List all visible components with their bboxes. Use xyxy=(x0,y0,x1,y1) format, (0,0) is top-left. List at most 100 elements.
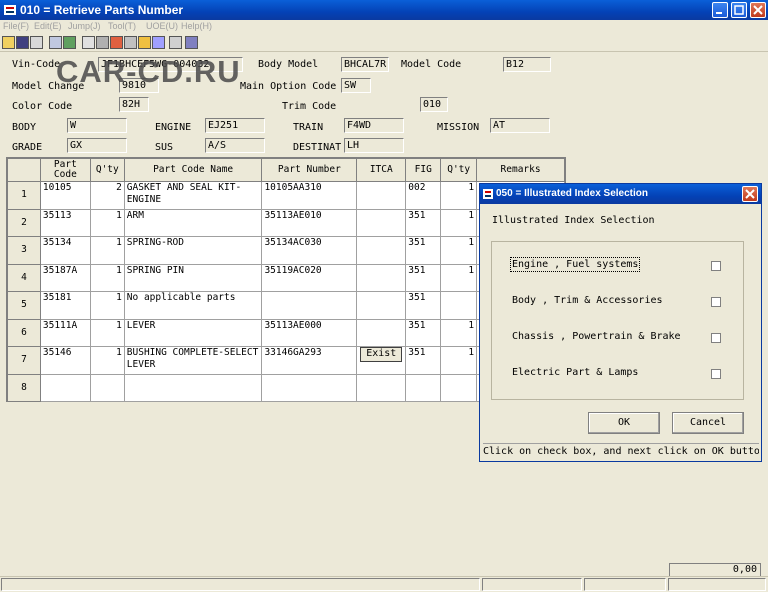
itca-cell[interactable] xyxy=(356,373,407,402)
part-code-name-cell[interactable] xyxy=(123,373,263,402)
cancel-button[interactable]: Cancel xyxy=(672,412,744,434)
col-itca[interactable]: ITCA xyxy=(356,158,407,182)
col-qty-2[interactable]: Q'ty xyxy=(440,158,478,182)
qty-2-cell[interactable]: 1 xyxy=(440,346,478,375)
fig-cell[interactable]: 351 xyxy=(405,263,442,292)
qty-2-cell[interactable] xyxy=(440,373,478,402)
qty-2-cell[interactable]: 1 xyxy=(440,263,478,292)
body-model-field[interactable]: BHCAL7R xyxy=(341,57,389,72)
itca-exist-button[interactable]: Exist xyxy=(360,347,403,362)
part-number-cell[interactable] xyxy=(261,373,358,402)
print-icon[interactable] xyxy=(30,36,43,49)
itca-cell[interactable] xyxy=(356,236,407,265)
col-part-code-name[interactable]: Part Code Name xyxy=(123,158,263,182)
copy-icon[interactable] xyxy=(169,36,182,49)
itca-cell[interactable]: Exist xyxy=(356,346,407,375)
open-folder-icon[interactable] xyxy=(2,36,15,49)
destinat-field[interactable]: LH xyxy=(344,138,404,153)
itca-cell[interactable] xyxy=(356,263,407,292)
itca-cell[interactable] xyxy=(356,208,407,237)
part-number-cell[interactable]: 10105AA310 xyxy=(261,181,358,210)
menu-file[interactable]: File(F) xyxy=(3,21,29,31)
qty-cell[interactable]: 1 xyxy=(89,346,125,375)
part-number-cell[interactable]: 33146GA293 xyxy=(261,346,358,375)
qty-2-cell[interactable]: 1 xyxy=(440,181,478,210)
grade-field[interactable]: GX xyxy=(67,138,127,153)
trim-code-field[interactable]: 010 xyxy=(420,97,448,112)
train-field[interactable]: F4WD xyxy=(344,118,404,133)
qty-2-cell[interactable]: 1 xyxy=(440,318,478,347)
window-icon[interactable] xyxy=(185,36,198,49)
fig-cell[interactable]: 002 xyxy=(405,181,442,210)
save-icon[interactable] xyxy=(16,36,29,49)
part-number-cell[interactable]: 35134AC030 xyxy=(261,236,358,265)
color-code-field[interactable]: 82H xyxy=(119,97,149,112)
option-electric-label[interactable]: Electric Part & Lamps xyxy=(512,367,638,378)
row-number[interactable]: 2 xyxy=(7,208,41,237)
qty-2-cell[interactable]: 1 xyxy=(440,236,478,265)
option-electric-checkbox[interactable] xyxy=(711,369,721,379)
option-chassis-checkbox[interactable] xyxy=(711,333,721,343)
option-engine-fuel-checkbox[interactable] xyxy=(711,261,721,271)
row-number[interactable]: 1 xyxy=(7,181,41,210)
col-fig[interactable]: FIG xyxy=(405,158,442,182)
menu-jump[interactable]: Jump(J) xyxy=(68,21,101,31)
part-code-cell[interactable]: 35134 xyxy=(39,236,91,265)
drawing-icon[interactable] xyxy=(124,36,137,49)
fig-cell[interactable]: 351 xyxy=(405,318,442,347)
part-code-name-cell[interactable]: GASKET AND SEAL KIT-ENGINE xyxy=(123,181,263,210)
row-number[interactable]: 6 xyxy=(7,318,41,347)
qty-2-cell[interactable] xyxy=(440,291,478,320)
ok-button[interactable]: OK xyxy=(588,412,660,434)
itca-cell[interactable] xyxy=(356,318,407,347)
part-code-cell[interactable]: 35187A xyxy=(39,263,91,292)
vin-search-icon[interactable] xyxy=(49,36,62,49)
maximize-button[interactable] xyxy=(731,2,747,18)
part-code-name-cell[interactable]: SPRING PIN xyxy=(123,263,263,292)
qty-cell[interactable]: 1 xyxy=(89,318,125,347)
part-code-cell[interactable] xyxy=(39,373,91,402)
row-number[interactable]: 7 xyxy=(7,346,41,375)
row-number[interactable]: 8 xyxy=(7,373,41,402)
part-code-cell[interactable]: 35113 xyxy=(39,208,91,237)
close-button[interactable] xyxy=(750,2,766,18)
fig-cell[interactable]: 351 xyxy=(405,346,442,375)
menu-edit[interactable]: Edit(E) xyxy=(34,21,62,31)
part-number-cell[interactable] xyxy=(261,291,358,320)
col-qty[interactable]: Q'ty xyxy=(89,158,125,182)
row-number[interactable]: 4 xyxy=(7,263,41,292)
part-code-cell[interactable]: 35146 xyxy=(39,346,91,375)
menu-tool[interactable]: Tool(T) xyxy=(108,21,136,31)
part-number-cell[interactable]: 35119AC020 xyxy=(261,263,358,292)
qty-cell[interactable]: 2 xyxy=(89,181,125,210)
part-code-cell[interactable]: 35181 xyxy=(39,291,91,320)
part-code-name-cell[interactable]: No applicable parts xyxy=(123,291,263,320)
qty-cell[interactable]: 1 xyxy=(89,291,125,320)
list-icon[interactable] xyxy=(82,36,95,49)
mission-field[interactable]: AT xyxy=(490,118,550,133)
grid-icon[interactable] xyxy=(96,36,109,49)
col-part-code[interactable]: Part Code xyxy=(39,158,91,182)
part-code-name-cell[interactable]: BUSHING COMPLETE-SELECT LEVER xyxy=(123,346,263,375)
parts-icon[interactable] xyxy=(110,36,123,49)
main-option-code-field[interactable]: SW xyxy=(341,78,371,93)
search-icon[interactable] xyxy=(152,36,165,49)
qty-cell[interactable]: 1 xyxy=(89,263,125,292)
option-engine-fuel-label[interactable]: Engine , Fuel systems xyxy=(509,257,641,272)
minimize-button[interactable] xyxy=(712,2,728,18)
body-field[interactable]: W xyxy=(67,118,127,133)
itca-cell[interactable] xyxy=(356,181,407,210)
row-number[interactable]: 5 xyxy=(7,291,41,320)
model-search-icon[interactable] xyxy=(63,36,76,49)
part-code-cell[interactable]: 35111A xyxy=(39,318,91,347)
sus-field[interactable]: A/S xyxy=(205,138,265,153)
part-code-name-cell[interactable]: LEVER xyxy=(123,318,263,347)
itca-cell[interactable] xyxy=(356,291,407,320)
fig-cell[interactable]: 351 xyxy=(405,208,442,237)
col-remarks[interactable]: Remarks xyxy=(476,158,565,182)
fig-cell[interactable]: 351 xyxy=(405,291,442,320)
engine-field[interactable]: EJ251 xyxy=(205,118,265,133)
qty-cell[interactable]: 1 xyxy=(89,236,125,265)
model-code-field[interactable]: B12 xyxy=(503,57,551,72)
person-icon[interactable] xyxy=(138,36,151,49)
